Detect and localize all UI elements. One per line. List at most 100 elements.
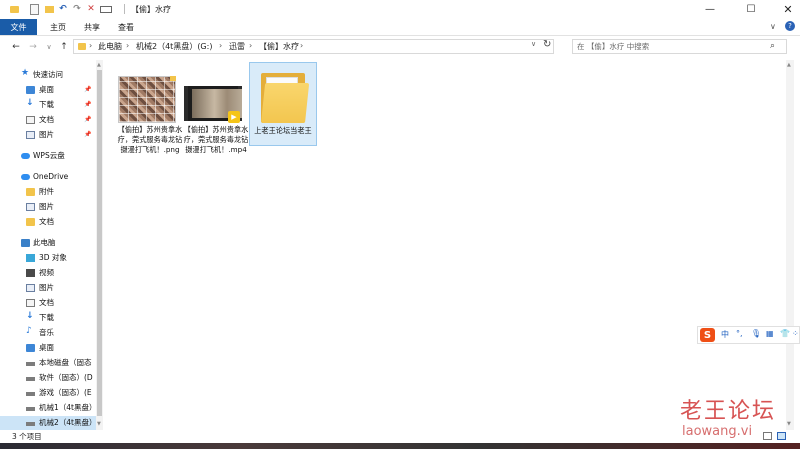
toolbox-icon[interactable]: ⁘ [792,329,799,338]
microphone-icon[interactable]: 🎙 [751,329,761,338]
scroll-up-icon[interactable]: ▲ [97,62,101,68]
sidebar-item-onedrive-documents[interactable]: 文档 [0,215,96,229]
chevron-right-icon[interactable]: › [300,41,303,50]
sidebar-item-this-pc[interactable]: 此电脑 [0,236,96,250]
sidebar-item-onedrive[interactable]: OneDrive [0,170,96,184]
file-explorer-window: ↶ ↷ ✕ 【偷】水疗 — ☐ ✕ 文件 主页 共享 查看 ∨ ? ← → ∨ … [0,0,800,443]
window-title: 【偷】水疗 [131,5,171,14]
file-item-png[interactable]: 【偷拍】苏州贵拿水疗，莞式服务毒龙钻摄漫打飞机！.png [116,62,184,170]
minimize-button[interactable]: — [693,0,727,19]
desktop-icon [26,86,35,94]
content-scrollbar[interactable] [786,60,794,430]
image-thumbnail [118,76,176,123]
folder-icon [26,188,35,196]
picture-icon [26,131,35,139]
chevron-right-icon[interactable]: › [126,41,129,50]
search-icon[interactable]: ⌕ [770,41,775,51]
details-view-icon[interactable] [763,432,772,440]
navigation-pane: ★ 快速访问 桌面 📌 ↓ 下载 📌 文档 📌 图片 📌 WPS云盘 OneDr… [0,60,103,430]
ime-punctuation[interactable]: °, [736,329,743,338]
scroll-down-icon[interactable]: ▼ [787,421,791,427]
sidebar-item-pc-desktop[interactable]: 桌面 [0,341,96,355]
forward-arrow-icon[interactable]: → [27,40,39,54]
breadcrumb-xunlei[interactable]: 迅雷 [229,41,245,52]
up-arrow-icon[interactable]: ↑ [58,40,70,54]
keyboard-icon[interactable]: ▦ [766,329,774,338]
tab-home[interactable]: 主页 [44,19,72,35]
computer-icon [21,239,30,247]
download-icon: ↓ [26,98,34,108]
3d-objects-icon [26,254,35,262]
sidebar-item-drive-f[interactable]: 机械1（4t黑盘） [0,401,96,415]
item-count: 3 个项目 [12,432,42,441]
watermark-url: laowang.vi [682,424,753,439]
tab-share[interactable]: 共享 [78,19,106,35]
sogou-logo-icon[interactable]: S [700,328,715,342]
pin-icon[interactable]: 📌 [84,131,91,138]
search-input[interactable] [577,41,762,52]
folder-icon [9,3,19,15]
properties-icon[interactable] [29,3,39,15]
sidebar-item-3d-objects[interactable]: 3D 对象 [0,251,96,265]
folder-name: 上老王论坛当老王 [254,126,312,135]
chevron-right-icon[interactable]: › [89,41,92,50]
sidebar-item-onedrive-pictures[interactable]: 图片 [0,200,96,214]
ime-chinese-mode[interactable]: 中 [721,329,729,340]
sidebar-item-attachments[interactable]: 附件 [0,185,96,199]
expand-ribbon-icon[interactable]: ∨ [770,22,776,31]
scroll-up-icon[interactable]: ▲ [787,62,791,68]
picture-icon [26,284,35,292]
sidebar-item-pc-pictures[interactable]: 图片 [0,281,96,295]
sidebar-item-drive-e[interactable]: 游戏（固态）(E [0,386,96,400]
tab-view[interactable]: 查看 [112,19,140,35]
nav-pane-scroll-thumb[interactable] [97,70,102,416]
sidebar-item-quick-access[interactable]: ★ 快速访问 [0,68,96,82]
rename-icon[interactable] [100,3,112,15]
sidebar-item-documents[interactable]: 文档 📌 [0,113,96,127]
breadcrumb-current-folder[interactable]: 【偷】水疗 [259,41,299,52]
address-bar[interactable]: › 此电脑 › 机械2（4t黑盘）(G:) › 迅雷 › 【偷】水疗 › [73,39,554,54]
search-box[interactable]: ⌕ [572,39,787,54]
close-button[interactable]: ✕ [771,0,800,19]
sidebar-item-pictures[interactable]: 图片 📌 [0,128,96,142]
chevron-right-icon[interactable]: › [249,41,252,50]
music-icon: ♪ [26,326,32,336]
cloud-icon [21,174,30,180]
large-icons-view-icon[interactable] [777,432,786,440]
undo-icon[interactable]: ↶ [58,3,68,15]
breadcrumb-this-pc[interactable]: 此电脑 [98,41,122,52]
sidebar-item-wps-cloud[interactable]: WPS云盘 [0,149,96,163]
sidebar-item-drive-c[interactable]: 本地磁盘（固态 [0,356,96,370]
sidebar-item-drive-g[interactable]: 机械2（4t黑盘） [0,416,96,430]
sidebar-item-drive-d[interactable]: 软件（固态）(D [0,371,96,385]
pin-icon[interactable]: 📌 [84,86,91,93]
sidebar-item-downloads[interactable]: ↓ 下载 📌 [0,98,96,112]
sidebar-item-videos[interactable]: 视频 [0,266,96,280]
skin-icon[interactable]: 👕 [780,329,790,338]
new-folder-icon[interactable] [44,3,54,15]
drive-icon [26,377,35,381]
sidebar-item-music[interactable]: ♪ 音乐 [0,326,96,340]
sidebar-item-pc-documents[interactable]: 文档 [0,296,96,310]
recent-locations-icon[interactable]: ∨ [44,40,54,54]
address-dropdown-icon[interactable]: ∨ [531,40,536,48]
folder-icon [26,218,35,226]
breadcrumb-drive-g[interactable]: 机械2（4t黑盘）(G:) [136,41,212,52]
file-item-mp4[interactable]: ▶ 【偷拍】苏州贵拿水疗，莞式服务毒龙钻摄漫打飞机！.mp4 [182,62,250,170]
scroll-down-icon[interactable]: ▼ [97,421,101,427]
sidebar-item-desktop[interactable]: 桌面 📌 [0,83,96,97]
pin-icon[interactable]: 📌 [84,101,91,108]
chevron-right-icon[interactable]: › [219,41,222,50]
maximize-button[interactable]: ☐ [734,0,768,19]
tab-file[interactable]: 文件 [0,19,37,35]
help-icon[interactable]: ? [785,21,795,31]
delete-icon[interactable]: ✕ [86,3,96,15]
redo-icon[interactable]: ↷ [72,3,82,15]
document-icon [26,116,35,124]
pin-icon[interactable]: 📌 [84,116,91,123]
back-arrow-icon[interactable]: ← [10,40,22,54]
folder-item[interactable]: 上老王论坛当老王 [249,62,317,146]
refresh-icon[interactable]: ↻ [543,39,555,50]
sidebar-item-pc-downloads[interactable]: ↓ 下载 [0,311,96,325]
document-icon [26,299,35,307]
